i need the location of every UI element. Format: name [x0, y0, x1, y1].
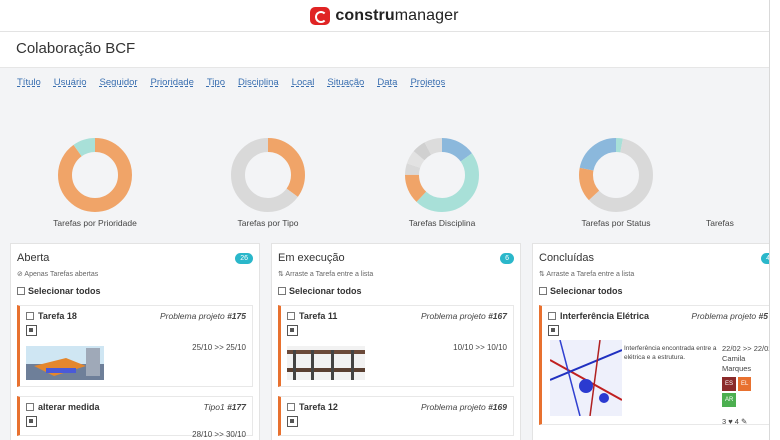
task-name: Interferência Elétrica — [560, 311, 650, 321]
kanban-board: Aberta 26 ⊘ Apenas Tarefas abertas Selec… — [10, 243, 770, 440]
brand-name: construmanager — [335, 6, 459, 24]
task-name: alterar medida — [38, 402, 100, 412]
select-all[interactable]: Selecionar todos — [278, 286, 514, 296]
task-dates: 22/02 >> 22/02 — [722, 344, 770, 353]
column-title: Concluídas — [539, 252, 595, 264]
column-em-execucao: Em execução 6 ⇅ Arraste a Tarefa entre a… — [271, 243, 521, 440]
chart-prioridade[interactable]: Tarefas por Prioridade — [20, 135, 170, 228]
task-card[interactable]: Interferência Elétrica Problema projeto … — [539, 305, 770, 427]
task-type: Problema projeto #5 — [691, 311, 768, 321]
select-all-label: Selecionar todos — [28, 286, 101, 296]
page-title: Colaboração BCF — [16, 40, 136, 57]
chart-label: Tarefas — [706, 218, 734, 228]
task-dates: 28/10 >> 30/10 — [192, 430, 246, 439]
column-hint: ⊘ Apenas Tarefas abertas — [17, 271, 99, 278]
column-hint: ⇅ Arraste a Tarefa entre a lista — [539, 271, 635, 278]
bim-model-image — [287, 346, 365, 380]
bim-model-image — [26, 346, 104, 380]
task-dates: 10/10 >> 10/10 — [453, 343, 507, 352]
task-card[interactable]: Tarefa 18 Problema projeto #175 25/10 >>… — [17, 305, 253, 387]
column-concluidas: Concluídas 4 ⇅ Arraste a Tarefa entre a … — [532, 243, 770, 440]
column-title: Aberta — [17, 252, 50, 264]
filter-titulo[interactable]: Título — [17, 77, 41, 88]
filter-projetos[interactable]: Projetos — [410, 77, 445, 88]
select-all-label: Selecionar todos — [550, 286, 623, 296]
task-type: Problema projeto #175 — [159, 311, 246, 321]
card-stats: 3 ♥ 4 ✎ — [722, 417, 748, 426]
chart-disciplina[interactable]: Tarefas Disciplina — [367, 135, 517, 228]
assignee: Camila Marques — [722, 354, 752, 373]
filter-usuario[interactable]: Usuário — [54, 77, 87, 88]
count-badge: 4 — [761, 252, 769, 264]
charts-row: Tarefas por Prioridade Tarefas por Tipo … — [0, 135, 769, 235]
qr-code-icon[interactable] — [26, 325, 37, 336]
app-frame: construmanager Colaboração BCF Título Us… — [0, 0, 770, 440]
column-title: Em execução — [278, 252, 345, 264]
task-description: Interferência encontrada entre a elétric… — [624, 345, 717, 361]
task-dates: 25/10 >> 25/10 — [192, 343, 246, 352]
qr-code-icon[interactable] — [287, 325, 298, 336]
task-type: Problema projeto #169 — [420, 402, 507, 412]
discipline-tag: EL — [738, 377, 752, 391]
task-meta: 22/02 >> 22/02 Camila Marques ES EL AR 3 … — [722, 344, 770, 427]
donut-chart — [58, 138, 132, 212]
model-thumbnail[interactable] — [26, 346, 104, 380]
chart-tipo[interactable]: Tarefas por Tipo — [193, 135, 343, 228]
bim-model-image — [550, 340, 622, 416]
model-thumbnail[interactable] — [550, 340, 622, 416]
filter-seguidor[interactable]: Seguidor — [100, 77, 138, 88]
filter-tipo[interactable]: Tipo — [207, 77, 225, 88]
select-all[interactable]: Selecionar todos — [539, 286, 769, 296]
chart-label: Tarefas por Prioridade — [53, 218, 137, 228]
checkbox[interactable] — [539, 287, 547, 295]
chart-label: Tarefas Disciplina — [408, 218, 476, 228]
task-card[interactable]: Tarefa 11 Problema projeto #167 10/10 >>… — [278, 305, 514, 387]
donut-chart — [405, 138, 479, 212]
discipline-tag: AR — [722, 393, 737, 407]
donut-chart — [231, 138, 305, 212]
task-name: Tarefa 11 — [299, 311, 338, 321]
chart-status[interactable]: Tarefas por Status — [541, 135, 691, 228]
filter-data[interactable]: Data — [377, 77, 397, 88]
checkbox[interactable] — [548, 312, 556, 320]
checkbox[interactable] — [287, 312, 295, 320]
task-name: Tarefa 18 — [38, 311, 77, 321]
column-aberta: Aberta 26 ⊘ Apenas Tarefas abertas Selec… — [10, 243, 260, 440]
checkbox[interactable] — [26, 403, 34, 411]
task-card[interactable]: Tarefa 12 Problema projeto #169 — [278, 396, 514, 436]
checkbox[interactable] — [26, 312, 34, 320]
chart-label: Tarefas por Status — [581, 218, 651, 228]
donut-chart — [579, 138, 653, 212]
task-type: Tipo1 #177 — [203, 402, 247, 412]
filter-local[interactable]: Local — [292, 77, 315, 88]
page-header: Colaboração BCF — [0, 32, 769, 68]
top-bar: construmanager — [0, 0, 769, 32]
filter-prioridade[interactable]: Prioridade — [151, 77, 194, 88]
task-name: Tarefa 12 — [299, 402, 338, 412]
checkbox[interactable] — [287, 403, 295, 411]
filter-disciplina[interactable]: Disciplina — [238, 77, 279, 88]
task-type: Problema projeto #167 — [420, 311, 507, 321]
count-badge: 26 — [235, 252, 253, 264]
qr-code-icon[interactable] — [26, 416, 37, 427]
model-thumbnail[interactable] — [287, 346, 365, 380]
construmanager-logo-icon — [310, 6, 331, 25]
brand-logo[interactable]: construmanager — [310, 6, 459, 25]
discipline-tag: ES — [722, 377, 737, 391]
qr-code-icon[interactable] — [548, 325, 559, 336]
checkbox[interactable] — [278, 287, 286, 295]
select-all-label: Selecionar todos — [289, 286, 362, 296]
select-all[interactable]: Selecionar todos — [17, 286, 253, 296]
donut-slice-0[interactable] — [58, 138, 132, 212]
task-card[interactable]: alterar medida Tipo1 #177 28/10 >> 30/10 — [17, 396, 253, 439]
filter-situacao[interactable]: Situação — [327, 77, 364, 88]
count-badge: 6 — [500, 252, 514, 264]
qr-code-icon[interactable] — [287, 416, 298, 427]
filter-bar: Título Usuário Seguidor Prioridade Tipo … — [0, 68, 769, 96]
column-hint: ⇅ Arraste a Tarefa entre a lista — [278, 271, 374, 278]
checkbox[interactable] — [17, 287, 25, 295]
chart-label: Tarefas por Tipo — [237, 218, 299, 228]
chart-extra[interactable]: Tarefas — [706, 135, 769, 228]
